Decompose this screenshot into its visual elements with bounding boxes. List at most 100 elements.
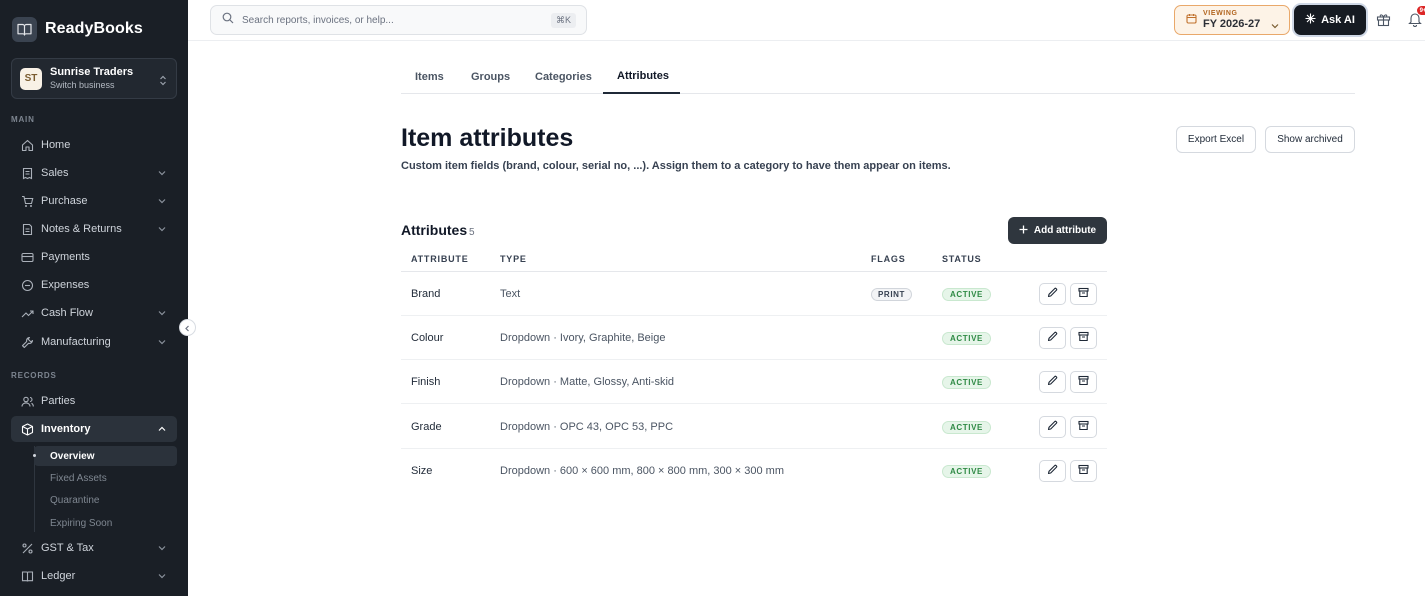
chevron-down-icon bbox=[158, 571, 166, 583]
sidebar-item-label: GST & Tax bbox=[41, 542, 94, 554]
sidebar-item-label: Manufacturing bbox=[41, 336, 111, 348]
archive-button[interactable] bbox=[1070, 371, 1097, 393]
sidebar-item-ledger[interactable]: Ledger bbox=[11, 563, 177, 589]
search-icon bbox=[222, 11, 234, 29]
attribute-name: Grade bbox=[411, 421, 442, 433]
search-input[interactable] bbox=[242, 14, 542, 26]
fiscal-year-selector[interactable]: VIEWING FY 2026-27 bbox=[1174, 5, 1290, 35]
attribute-name: Colour bbox=[411, 332, 444, 344]
edit-button[interactable] bbox=[1039, 371, 1066, 393]
flag-badge: PRINT bbox=[871, 288, 912, 301]
sidebar-item-expenses[interactable]: Expenses bbox=[11, 272, 177, 298]
plus-icon bbox=[1019, 225, 1028, 237]
edit-button[interactable] bbox=[1039, 283, 1066, 305]
note-icon bbox=[21, 223, 34, 236]
minus-circle-icon bbox=[21, 279, 34, 292]
page-subtitle: Custom item fields (brand, colour, seria… bbox=[401, 160, 951, 172]
sidebar-item-label: Home bbox=[41, 139, 71, 151]
pencil-icon bbox=[1047, 285, 1058, 303]
collapse-sidebar-button[interactable] bbox=[179, 319, 196, 336]
attribute-name: Brand bbox=[411, 288, 441, 300]
attribute-type: Dropdown · Ivory, Graphite, Beige bbox=[500, 332, 666, 344]
column-header-attribute: ATTRIBUTE bbox=[411, 254, 469, 264]
sidebar-item-label: Notes & Returns bbox=[41, 223, 122, 235]
sidebar-item-cash-flow[interactable]: Cash Flow bbox=[11, 300, 177, 326]
chevron-down-icon bbox=[158, 168, 166, 180]
calendar-icon bbox=[1186, 11, 1197, 29]
sidebar-item-notes-returns[interactable]: Notes & Returns bbox=[11, 216, 177, 242]
attribute-type: Dropdown · OPC 43, OPC 53, PPC bbox=[500, 421, 674, 433]
table-row: Size Dropdown · 600 × 600 mm, 800 × 800 … bbox=[401, 449, 1107, 493]
archive-icon bbox=[1078, 462, 1089, 480]
chevron-down-icon bbox=[1271, 17, 1279, 35]
sidebar-item-inventory[interactable]: Inventory bbox=[11, 416, 177, 442]
page-title: Item attributes bbox=[401, 124, 574, 152]
tab-items[interactable]: Items bbox=[415, 59, 444, 94]
add-attribute-label: Add attribute bbox=[1033, 225, 1097, 236]
attribute-type: Dropdown · 600 × 600 mm, 800 × 800 mm, 3… bbox=[500, 465, 785, 477]
attribute-name: Finish bbox=[411, 376, 441, 388]
search-box[interactable]: ⌘K bbox=[210, 5, 587, 35]
book-icon bbox=[21, 570, 34, 583]
gift-icon[interactable] bbox=[1376, 12, 1391, 32]
fy-viewing-label: VIEWING bbox=[1203, 9, 1238, 17]
business-name: Sunrise Traders bbox=[50, 66, 134, 78]
pencil-icon bbox=[1047, 329, 1058, 347]
sidebar-item-parties[interactable]: Parties bbox=[11, 388, 177, 414]
sidebar-subitem-expiring-soon[interactable]: Expiring Soon bbox=[34, 513, 177, 533]
section-label-records: RECORDS bbox=[11, 371, 57, 380]
attribute-type: Dropdown · Matte, Glossy, Anti-skid bbox=[500, 376, 675, 388]
attributes-heading: Attributes bbox=[401, 222, 468, 238]
chevron-up-icon bbox=[158, 424, 166, 436]
chevron-left-icon bbox=[184, 319, 191, 337]
sidebar-item-label: Parties bbox=[41, 395, 76, 407]
edit-button[interactable] bbox=[1039, 460, 1066, 482]
sidebar-subitem-quarantine[interactable]: Quarantine bbox=[34, 490, 177, 510]
status-badge: ACTIVE bbox=[942, 376, 991, 389]
chevron-down-icon bbox=[158, 308, 166, 320]
tab-attributes[interactable]: Attributes bbox=[603, 59, 680, 94]
app-name: ReadyBooks bbox=[45, 20, 143, 37]
sidebar-subitem-fixed-assets[interactable]: Fixed Assets bbox=[34, 468, 177, 488]
add-attribute-button[interactable]: Add attribute bbox=[1008, 217, 1107, 244]
brand[interactable]: ReadyBooks bbox=[12, 16, 143, 42]
sidebar-item-label: Sales bbox=[41, 167, 69, 179]
archive-button[interactable] bbox=[1070, 327, 1097, 349]
edit-button[interactable] bbox=[1039, 416, 1066, 438]
status-badge: ACTIVE bbox=[942, 332, 991, 345]
archive-icon bbox=[1078, 418, 1089, 436]
sidebar-item-gst-tax[interactable]: GST & Tax bbox=[11, 535, 177, 561]
chevron-down-icon bbox=[158, 224, 166, 236]
sidebar-item-label: Inventory bbox=[41, 423, 91, 435]
sidebar-item-manufacturing[interactable]: Manufacturing bbox=[11, 329, 177, 355]
edit-button[interactable] bbox=[1039, 327, 1066, 349]
sidebar-item-label: Cash Flow bbox=[41, 307, 93, 319]
sidebar-item-home[interactable]: Home bbox=[11, 132, 177, 158]
sidebar-item-purchase[interactable]: Purchase bbox=[11, 188, 177, 214]
sidebar-item-label: Expenses bbox=[41, 279, 90, 291]
archive-button[interactable] bbox=[1070, 416, 1097, 438]
tab-categories[interactable]: Categories bbox=[535, 59, 592, 94]
attributes-count: 5 bbox=[469, 227, 475, 238]
sidebar-item-sales[interactable]: Sales bbox=[11, 160, 177, 186]
switch-business-label: Switch business bbox=[50, 80, 115, 90]
chevron-down-icon bbox=[158, 196, 166, 208]
sidebar-item-payments[interactable]: Payments bbox=[11, 244, 177, 270]
show-archived-button[interactable]: Show archived bbox=[1265, 126, 1355, 153]
attribute-type: Text bbox=[500, 288, 521, 300]
archive-button[interactable] bbox=[1070, 460, 1097, 482]
archive-button[interactable] bbox=[1070, 283, 1097, 305]
trend-icon bbox=[21, 307, 34, 320]
status-badge: ACTIVE bbox=[942, 465, 991, 478]
ask-ai-button[interactable]: Ask AI bbox=[1294, 5, 1366, 35]
sidebar-subitem-overview[interactable]: Overview bbox=[33, 446, 177, 466]
archive-icon bbox=[1078, 329, 1089, 347]
receipt-icon bbox=[21, 167, 34, 180]
tab-groups[interactable]: Groups bbox=[471, 59, 510, 94]
fy-value: FY 2026-27 bbox=[1203, 17, 1261, 30]
inventory-tabs: Items Groups Categories Attributes bbox=[401, 59, 1355, 94]
business-switcher[interactable]: ST Sunrise Traders Switch business bbox=[11, 58, 177, 99]
top-bar: ⌘K VIEWING FY 2026-27 Ask AI 9+ bbox=[188, 0, 1425, 41]
export-excel-button[interactable]: Export Excel bbox=[1176, 126, 1256, 153]
status-badge: ACTIVE bbox=[942, 288, 991, 301]
